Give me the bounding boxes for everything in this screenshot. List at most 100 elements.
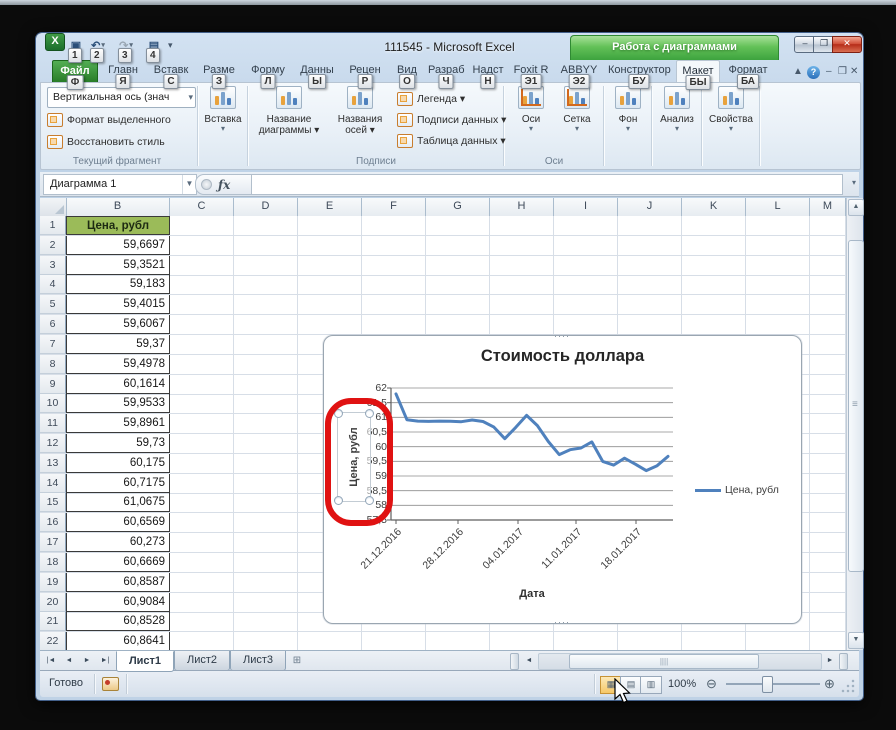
cell-B15[interactable]: 61,0675 [66,493,170,512]
tab-Разме[interactable]: РазмеЗ [198,60,240,82]
row-header-15[interactable]: 15 [40,493,66,512]
cell-B13[interactable]: 60,175 [66,454,170,473]
cell-B10[interactable]: 59,9533 [66,394,170,413]
sheet-tab-Лист2[interactable]: Лист2 [174,651,230,671]
help-icon[interactable]: ? [807,66,820,79]
zoom-out-icon[interactable]: ⊖ [706,676,717,691]
column-header-C[interactable]: C [170,198,234,216]
insert-worksheet-icon[interactable]: ⊞ [288,654,306,667]
cell-B17[interactable]: 60,273 [66,533,170,552]
last-sheet-icon[interactable]: ►| [97,653,113,668]
column-header-L[interactable]: L [746,198,810,216]
sheet-tab-Лист3[interactable]: Лист3 [230,651,286,671]
cell-B5[interactable]: 59,4015 [66,295,170,314]
horizontal-scrollbar[interactable] [538,653,822,670]
record-macro-icon[interactable] [102,677,119,691]
tab-Файл[interactable]: ФайлФ [52,60,98,84]
next-sheet-icon[interactable]: ► [79,653,95,668]
prev-sheet-icon[interactable]: ◄ [61,653,77,668]
column-header-B[interactable]: B [66,198,170,216]
column-header-J[interactable]: J [618,198,682,216]
row-header-14[interactable]: 14 [40,474,66,493]
column-header-K[interactable]: K [682,198,746,216]
vertical-scrollbar[interactable]: ▲ ▼ [846,198,863,650]
row-header-21[interactable]: 21 [40,612,66,631]
row-header-18[interactable]: 18 [40,553,66,572]
scroll-up-icon[interactable]: ▲ [848,199,864,216]
sheet-tab-Лист1[interactable]: Лист1 [116,651,174,672]
chart-element-selector[interactable]: Вертикальная ось (знач [47,87,196,108]
background-button[interactable]: Фон▾ [607,86,649,152]
name-box-dropdown-icon[interactable]: ▼ [182,175,196,194]
tab-Надст[interactable]: НадстН [470,60,506,82]
small-button-Подписи данных[interactable]: Подписи данных ▾ [397,110,506,130]
row-header-13[interactable]: 13 [40,454,66,473]
chart-object[interactable]: ···· ···· Стоимость доллара 6261,56160,5… [323,335,802,624]
tab-Конструктор[interactable]: КонструкторБУ [608,60,670,82]
hscroll-split-handle[interactable] [839,653,848,670]
gridlines-button[interactable]: Сетка▾ [555,86,599,152]
window-resize-grip[interactable] [840,678,856,694]
column-header-F[interactable]: F [362,198,426,216]
chart-top-grip[interactable]: ···· [554,334,570,338]
cell-B14[interactable]: 60,7175 [66,474,170,493]
row-header-1[interactable]: 1 [40,216,66,235]
column-header-D[interactable]: D [234,198,298,216]
properties-button[interactable]: Свойства▾ [705,86,757,152]
cell-B8[interactable]: 59,4978 [66,355,170,374]
scroll-down-icon[interactable]: ▼ [848,632,864,649]
cell-B19[interactable]: 60,8587 [66,573,170,592]
small-button-Легенда[interactable]: Легенда ▾ [397,89,465,109]
tab-Вставк[interactable]: ВставкС [150,60,192,82]
tab-Главн[interactable]: ГлавнЯ [102,60,144,82]
row-header-19[interactable]: 19 [40,573,66,592]
tab-Foxit R[interactable]: Foxit RЭ1 [512,60,550,82]
horizontal-scroll-thumb[interactable] [569,654,759,669]
row-header-20[interactable]: 20 [40,593,66,612]
tab-Рецен[interactable]: РеценР [344,60,386,82]
row-header-8[interactable]: 8 [40,355,66,374]
tab-Данны[interactable]: ДанныЫ [296,60,338,82]
column-header-G[interactable]: G [426,198,490,216]
cell-B20[interactable]: 60,9084 [66,593,170,612]
column-header-E[interactable]: E [298,198,362,216]
window-close-button[interactable]: ✕ [832,36,862,53]
cell-B6[interactable]: 59,6067 [66,315,170,334]
row-header-10[interactable]: 10 [40,394,66,413]
cell-B18[interactable]: 60,6669 [66,553,170,572]
row-header-11[interactable]: 11 [40,414,66,433]
zoom-slider-track[interactable] [726,683,820,685]
tab-Макет[interactable]: МакетБЫ [676,60,720,83]
cell-B21[interactable]: 60,8528 [66,612,170,631]
row-header-16[interactable]: 16 [40,513,66,532]
row-header-7[interactable]: 7 [40,335,66,354]
first-sheet-icon[interactable]: |◄ [43,653,59,668]
chart-bottom-grip[interactable]: ···· [554,620,570,624]
row-header-2[interactable]: 2 [40,236,66,255]
cell-B12[interactable]: 59,73 [66,434,170,453]
workbook-restore-icon[interactable]: ❐ [838,66,847,78]
row-header-17[interactable]: 17 [40,533,66,552]
vertical-scroll-thumb[interactable] [848,240,864,572]
row-header-12[interactable]: 12 [40,434,66,453]
tab-split-handle[interactable] [510,653,519,670]
column-header-H[interactable]: H [490,198,554,216]
hscroll-right-icon[interactable]: ► [822,653,838,668]
row-header-6[interactable]: 6 [40,315,66,334]
reset-style-button[interactable]: Восстановить стиль [47,132,165,152]
analysis-button[interactable]: Анализ▾ [655,86,699,152]
workbook-minimize-icon[interactable]: ‒ [826,66,832,78]
select-all-corner[interactable] [40,198,67,216]
formula-bar-expand-icon[interactable]: ▾ [852,178,856,187]
zoom-level-label[interactable]: 100% [668,678,696,690]
tab-ABBYY[interactable]: ABBYYЭ2 [556,60,602,82]
cell-B16[interactable]: 60,6569 [66,513,170,532]
tab-Форму[interactable]: ФормуЛ [246,60,290,82]
workbook-close-icon[interactable]: ✕ [850,66,858,78]
plot-area[interactable] [391,388,673,520]
zoom-slider-thumb[interactable] [762,676,773,693]
row-header-4[interactable]: 4 [40,275,66,294]
cell-B2[interactable]: 59,6697 [66,236,170,255]
chart-legend[interactable]: Цена, рубл [695,484,779,496]
cell-B9[interactable]: 60,1614 [66,375,170,394]
